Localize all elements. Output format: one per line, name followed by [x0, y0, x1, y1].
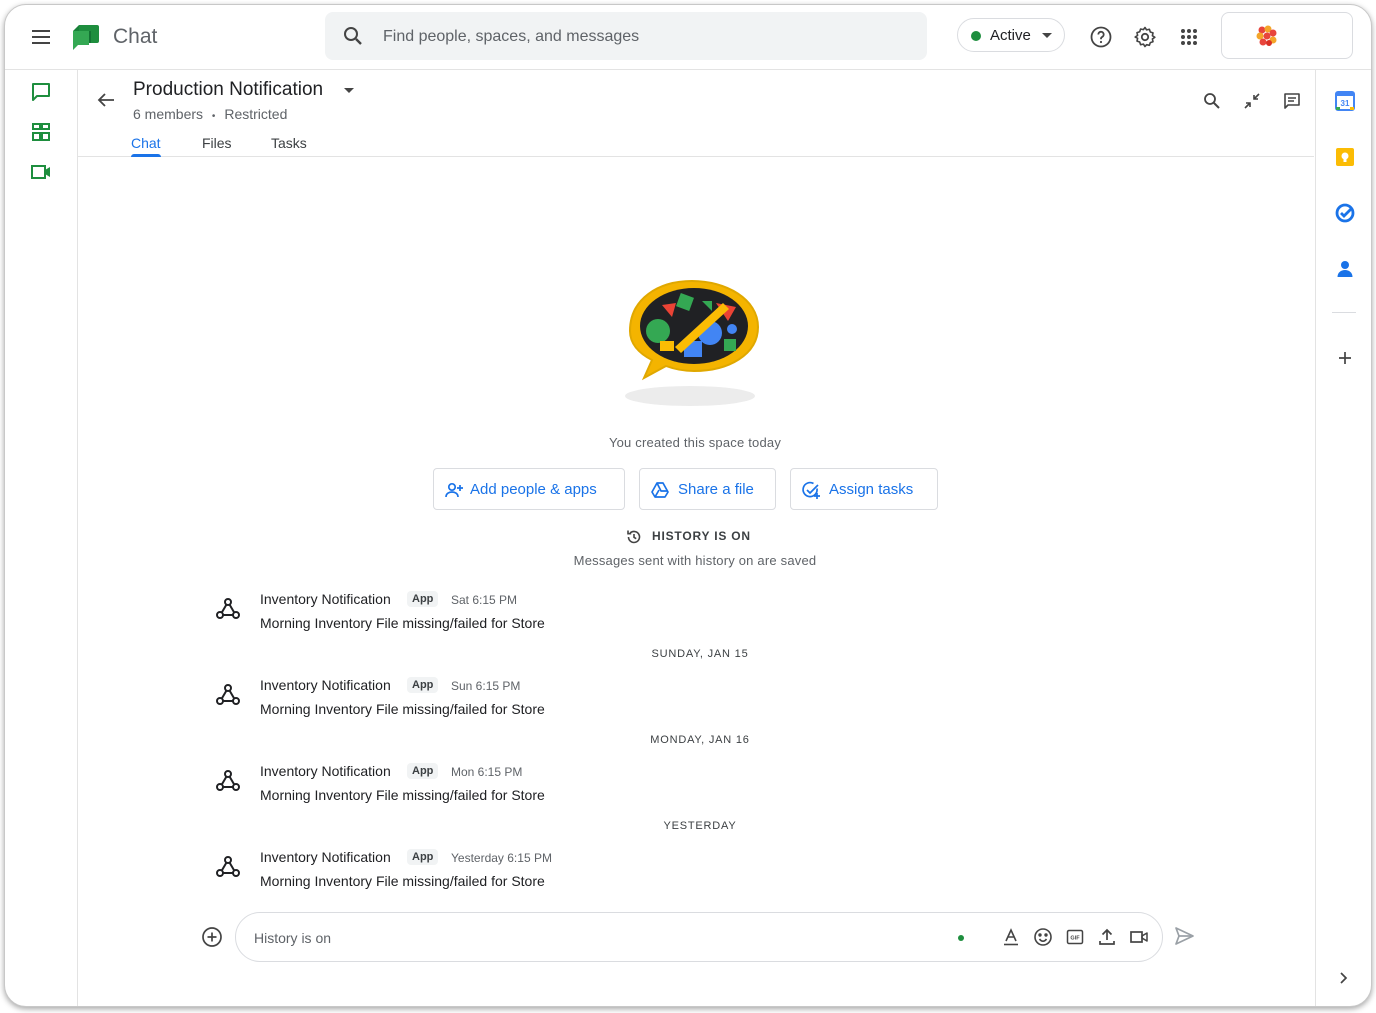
search-icon — [344, 27, 362, 45]
message-body: Morning Inventory File missing/failed fo… — [260, 873, 545, 889]
message-sender[interactable]: Inventory Notification — [260, 763, 391, 779]
app-badge: App — [407, 677, 439, 693]
message-time: Sat 6:15 PM — [451, 593, 518, 607]
status-label: Active — [990, 27, 1031, 44]
right-side-panel-rail: 31 — [1315, 70, 1371, 1006]
chevron-down-icon[interactable] — [344, 88, 354, 93]
left-nav-rail — [5, 70, 78, 1006]
share-file-button[interactable]: Share a file — [639, 468, 776, 510]
history-subtext: Messages sent with history on are saved — [573, 553, 817, 568]
gif-icon[interactable]: GIF — [1065, 927, 1085, 947]
apps-grid-icon[interactable] — [1177, 25, 1201, 49]
message-time: Yesterday 6:15 PM — [451, 851, 552, 865]
add-people-apps-button[interactable]: Add people & apps — [433, 468, 625, 510]
chevron-right-icon[interactable] — [1333, 968, 1353, 988]
date-separator: YESTERDAY — [663, 820, 737, 832]
add-plus-icon[interactable] — [1334, 347, 1356, 369]
share-file-label: Share a file — [678, 481, 754, 498]
history-indicator: HISTORY IS ON — [625, 528, 765, 548]
account-button[interactable] — [1221, 12, 1353, 59]
message-sender[interactable]: Inventory Notification — [260, 677, 391, 693]
message-input[interactable] — [252, 926, 936, 950]
video-meet-icon[interactable] — [29, 160, 53, 184]
chat-logo-icon — [69, 21, 101, 53]
webhook-icon — [216, 856, 240, 877]
send-icon[interactable] — [1173, 925, 1195, 947]
search-bar[interactable] — [325, 12, 927, 60]
search-in-space-icon[interactable] — [1202, 91, 1222, 111]
created-text: You created this space today — [608, 435, 782, 450]
message-item[interactable]: Inventory Notification App Sat 6:15 PM M… — [210, 591, 910, 641]
collapse-icon[interactable] — [1242, 91, 1262, 111]
settings-gear-icon[interactable] — [1133, 25, 1157, 49]
app-badge: App — [407, 591, 439, 607]
add-attachment-plus-icon[interactable] — [201, 926, 223, 948]
app-title: Chat — [113, 25, 158, 48]
keep-icon[interactable] — [1334, 146, 1356, 168]
history-icon — [627, 530, 641, 544]
drive-icon — [651, 482, 669, 498]
chevron-down-icon — [1042, 33, 1052, 38]
app-badge: App — [407, 849, 439, 865]
message-time: Sun 6:15 PM — [451, 679, 521, 693]
help-icon[interactable] — [1089, 25, 1113, 49]
svg-text:31: 31 — [1341, 99, 1350, 108]
message-item[interactable]: Inventory Notification App Mon 6:15 PM M… — [210, 763, 910, 813]
status-dropdown[interactable]: Active — [957, 18, 1065, 52]
date-separator: SUNDAY, JAN 15 — [651, 648, 749, 660]
task-icon — [802, 481, 820, 499]
space-header: Production Notification 6 members • Rest… — [78, 70, 1314, 157]
assign-tasks-label: Assign tasks — [829, 481, 914, 498]
assign-tasks-button[interactable]: Assign tasks — [790, 468, 938, 510]
calendar-icon[interactable]: 31 — [1334, 90, 1356, 112]
contacts-icon[interactable] — [1334, 258, 1356, 280]
tab-tasks[interactable]: Tasks — [271, 135, 307, 151]
upload-icon[interactable] — [1097, 927, 1117, 947]
date-separator: MONDAY, JAN 16 — [650, 734, 750, 746]
top-bar: Chat Active — [5, 5, 1371, 70]
message-item[interactable]: Inventory Notification App Sun 6:15 PM M… — [210, 677, 910, 727]
space-subtitle: 6 members • Restricted — [133, 106, 287, 122]
space-title[interactable]: Production Notification — [133, 79, 323, 101]
status-dot — [971, 31, 981, 41]
video-call-icon[interactable] — [1129, 927, 1149, 947]
text-format-icon[interactable] — [1001, 927, 1021, 947]
chat-bubble-icon[interactable] — [29, 80, 53, 104]
message-body: Morning Inventory File missing/failed fo… — [260, 787, 545, 803]
app-badge: App — [407, 763, 439, 779]
message-body: Morning Inventory File missing/failed fo… — [260, 701, 545, 717]
tab-files[interactable]: Files — [202, 135, 232, 151]
message-body: Morning Inventory File missing/failed fo… — [260, 615, 545, 631]
thread-icon[interactable] — [1282, 91, 1302, 111]
history-label: HISTORY IS ON — [652, 529, 751, 543]
message-time: Mon 6:15 PM — [451, 765, 523, 779]
tab-chat[interactable]: Chat — [131, 135, 161, 151]
spaces-icon[interactable] — [29, 120, 53, 144]
webhook-icon — [216, 770, 240, 791]
message-sender[interactable]: Inventory Notification — [260, 849, 391, 865]
webhook-icon — [216, 684, 240, 705]
space-illustration — [625, 279, 760, 406]
active-tab-indicator — [131, 154, 161, 157]
add-people-apps-label: Add people & apps — [470, 481, 597, 498]
chat-window: Chat Active — [4, 4, 1372, 1007]
search-input[interactable] — [381, 22, 905, 52]
subtitle-separator: • — [211, 111, 216, 122]
access-level: Restricted — [224, 106, 288, 122]
message-sender[interactable]: Inventory Notification — [260, 591, 391, 607]
compose-box[interactable]: GIF — [235, 912, 1163, 962]
svg-text:GIF: GIF — [1070, 936, 1080, 942]
rail-divider — [1332, 312, 1356, 313]
add-person-icon — [445, 482, 463, 498]
message-item[interactable]: Inventory Notification App Yesterday 6:1… — [210, 849, 910, 899]
organization-logo-icon — [1256, 25, 1277, 46]
member-count[interactable]: 6 members — [133, 106, 203, 122]
tasks-icon[interactable] — [1334, 202, 1356, 224]
back-arrow-icon[interactable] — [94, 88, 118, 112]
webhook-icon — [216, 598, 240, 619]
online-dot — [958, 935, 964, 941]
main-menu-icon[interactable] — [29, 25, 53, 49]
emoji-icon[interactable] — [1033, 927, 1053, 947]
